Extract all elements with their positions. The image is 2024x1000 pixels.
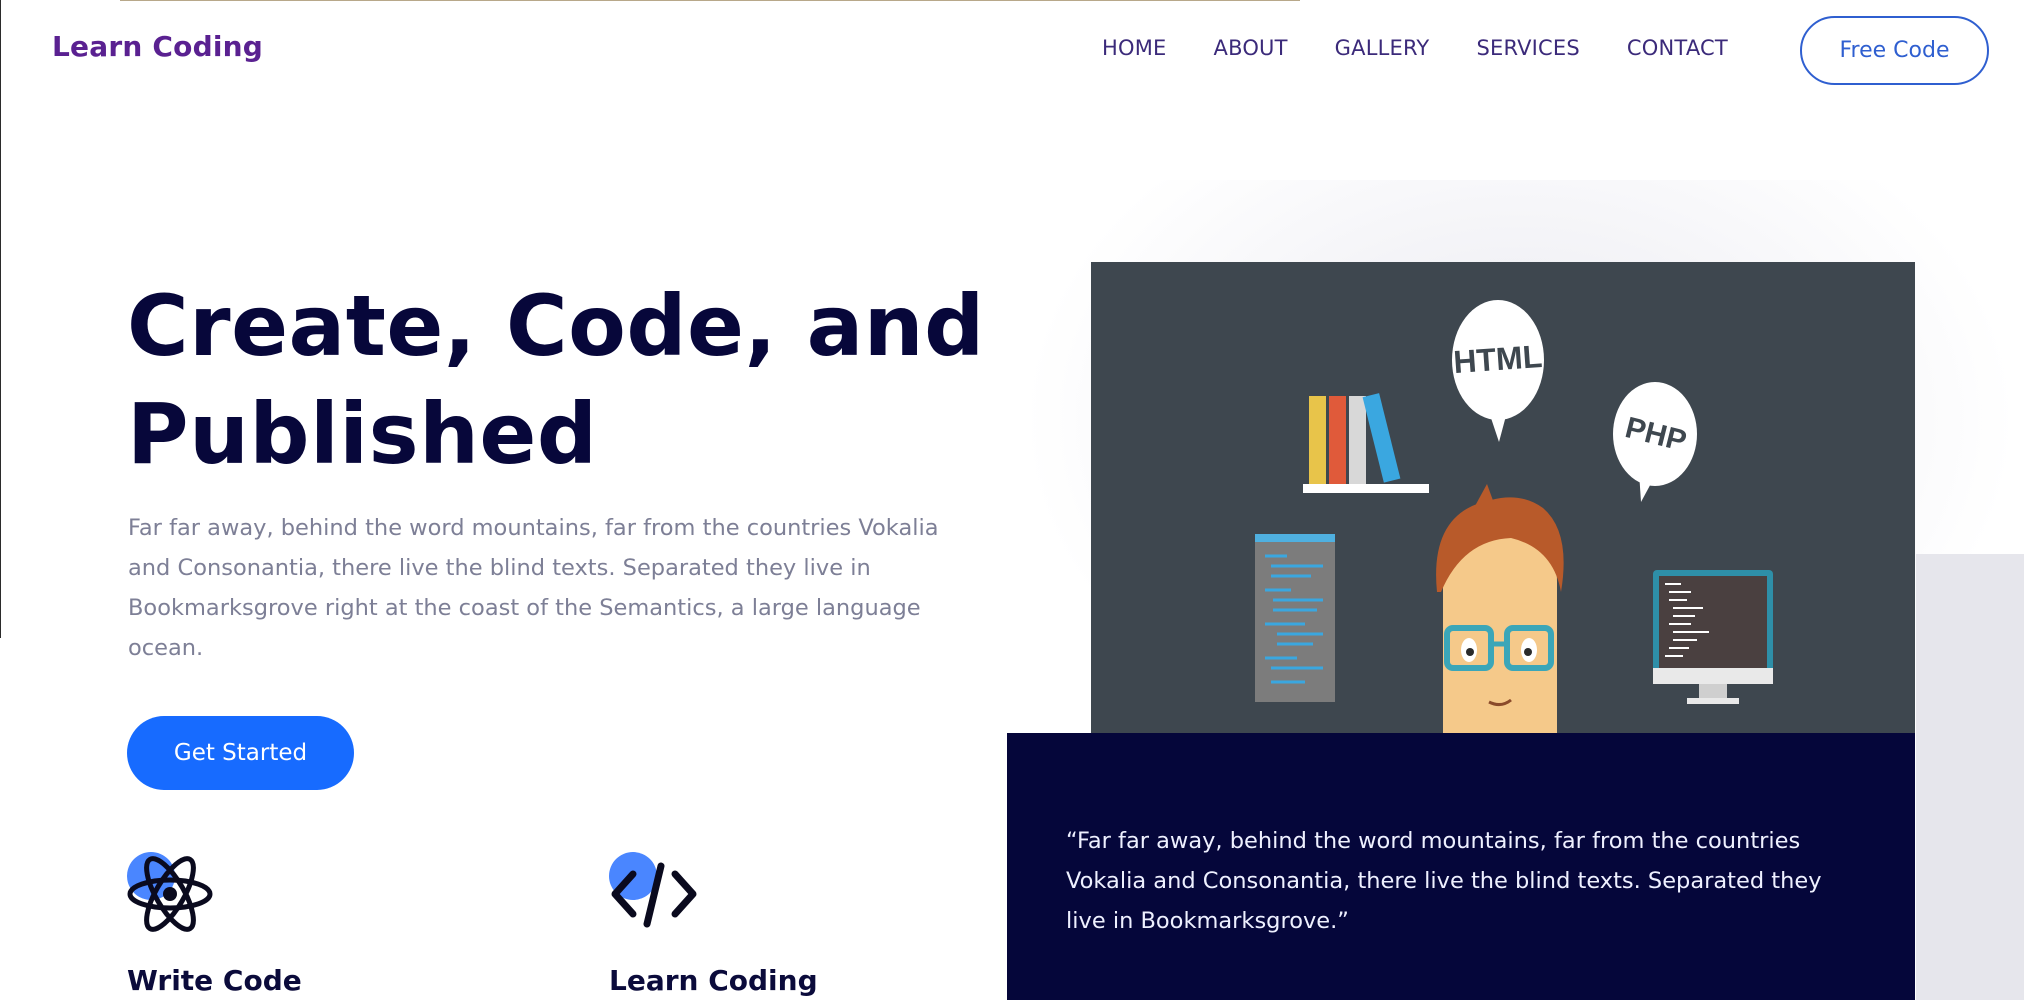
hero-illustration: HTML PHP [1091,262,1915,734]
books-shelf [1303,393,1429,493]
nav-gallery[interactable]: GALLERY [1335,36,1430,60]
hero-title-line-1: Create, Code, and [127,277,985,375]
feature-icon-wrap [609,852,699,934]
page: Learn Coding HOME ABOUT GALLERY SERVICES… [0,0,2024,1000]
grey-background-band [1916,554,2024,1000]
php-speech-bubble: PHP [1613,382,1697,502]
code-brackets-icon [611,862,697,928]
nav-contact[interactable]: CONTACT [1627,36,1728,60]
quote-text: “Far far away, behind the word mountains… [1066,828,1822,934]
monitor-right [1653,570,1773,704]
nav-services[interactable]: SERVICES [1476,36,1579,60]
hero-title-line-2: Published [127,385,598,483]
free-code-button[interactable]: Free Code [1800,16,1989,85]
brand-logo[interactable]: Learn Coding [52,30,263,63]
feature-learn-coding: Learn Coding [609,852,909,997]
html-speech-bubble: HTML [1452,300,1544,442]
developer-character [1436,484,1564,734]
hero-description: Far far away, behind the word mountains,… [128,515,939,661]
main-nav: HOME ABOUT GALLERY SERVICES CONTACT [1102,36,1728,60]
atom-icon [127,856,213,932]
feature-title: Learn Coding [609,964,818,997]
code-panel-left [1255,534,1335,702]
get-started-button[interactable]: Get Started [127,716,354,790]
nav-about[interactable]: ABOUT [1214,36,1288,60]
feature-icon-wrap [127,852,217,934]
developer-illustration: HTML PHP [1255,300,1773,734]
nav-home[interactable]: HOME [1102,36,1167,60]
feature-write-code: Write Code [127,852,427,997]
site-header: Learn Coding HOME ABOUT GALLERY SERVICES… [0,0,2024,100]
html-bubble-label: HTML [1452,338,1543,380]
feature-title: Write Code [127,964,302,997]
hero-title: Create, Code, and Published [127,272,987,488]
quote-box: “Far far away, behind the word mountains… [1007,733,1915,1000]
